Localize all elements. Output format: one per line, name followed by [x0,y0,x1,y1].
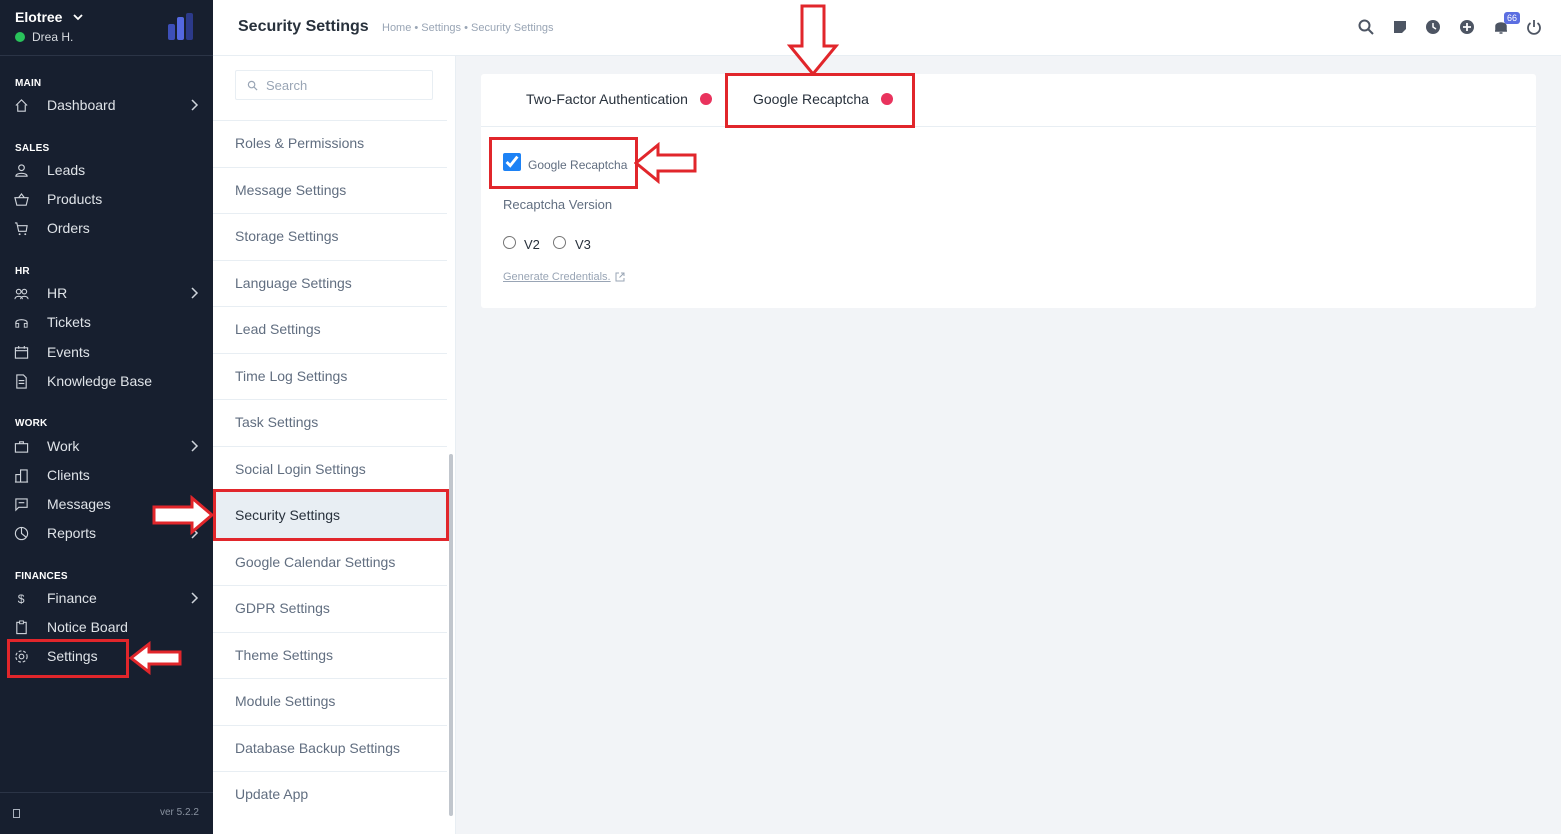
sidebar-item-finance[interactable]: $ Finance [0,584,213,612]
search-icon[interactable] [1357,18,1375,36]
recaptcha-v2-label: V2 [524,237,540,252]
settings-menu: Roles & Permissions Message Settings Sto… [213,56,456,834]
company-name: Elotree [15,9,63,25]
security-settings-card: Two-Factor Authentication Google Recaptc… [481,74,1536,308]
arrow-right-annotation-icon [152,495,214,535]
basket-icon [14,192,29,206]
section-work: WORK [15,418,48,429]
people-icon [14,288,29,300]
sidebar-item-orders[interactable]: Orders [0,214,213,242]
settings-item-time-log[interactable]: Time Log Settings [213,352,447,400]
sidebar-item-clients[interactable]: Clients [0,461,213,489]
sidebar-item-leads[interactable]: Leads [0,156,213,184]
sidebar-item-tickets[interactable]: Tickets [0,308,213,336]
section-hr: HR [15,266,30,277]
recaptcha-v2-radio[interactable] [503,236,516,249]
plus-circle-icon[interactable] [1458,18,1476,36]
sidebar-item-dashboard[interactable]: Dashboard [0,91,213,119]
settings-item-gdpr[interactable]: GDPR Settings [213,585,447,632]
highlight-settings [7,639,129,678]
highlight-security-settings [213,489,449,541]
search-input[interactable] [266,76,426,94]
settings-menu-scrollbar[interactable] [449,454,453,816]
recaptcha-v3-radio[interactable] [553,236,566,249]
settings-menu-list: Roles & Permissions Message Settings Sto… [213,120,447,818]
building-icon [14,469,29,483]
chevron-down-icon [73,14,83,21]
sidebar-footer: ver 5.2.2 [0,792,213,834]
calendar-icon [14,345,29,359]
notification-badge: 66 [1504,12,1521,24]
section-finances: FINANCES [15,571,68,582]
status-dot-icon [699,93,712,105]
headset-icon [15,319,28,328]
sidebar-item-events[interactable]: Events [0,338,213,366]
chevron-right-icon [191,440,199,452]
message-icon [15,498,28,512]
clock-icon[interactable] [1424,18,1442,36]
recaptcha-v3-label: V3 [575,237,591,252]
settings-item-google-calendar[interactable]: Google Calendar Settings [213,538,447,586]
top-bar: Security Settings Home • Settings • Secu… [213,0,1561,56]
settings-item-module[interactable]: Module Settings [213,678,447,725]
settings-item-message[interactable]: Message Settings [213,166,447,214]
settings-item-task[interactable]: Task Settings [213,399,447,446]
settings-item-storage[interactable]: Storage Settings [213,213,447,260]
settings-item-social-login[interactable]: Social Login Settings [213,445,447,493]
sidebar-item-work[interactable]: Work [0,432,213,460]
sidebar-item-products[interactable]: Products [0,185,213,213]
svg-text:$: $ [18,592,25,606]
settings-item-theme[interactable]: Theme Settings [213,631,447,679]
page-title: Security Settings [238,18,369,35]
pie-chart-icon [14,526,29,541]
home-icon [15,99,28,112]
collapse-sidebar-icon[interactable] [13,809,20,818]
chevron-right-icon [191,592,199,604]
chevron-right-icon [191,99,199,111]
current-user: Drea H. [15,30,73,44]
settings-item-update-app[interactable]: Update App [213,771,447,818]
briefcase-icon [14,441,29,453]
clipboard-icon [16,620,27,635]
sidebar-item-notice-board[interactable]: Notice Board [0,613,213,641]
recaptcha-version-label: Recaptcha Version [503,197,613,212]
arrow-left-annotation-icon [634,142,697,184]
company-switcher[interactable]: Elotree Drea H. [0,0,213,56]
power-icon[interactable] [1525,18,1543,36]
settings-item-roles-permissions[interactable]: Roles & Permissions [213,120,447,167]
external-link-icon [615,272,625,282]
settings-item-lead[interactable]: Lead Settings [213,306,447,353]
security-tabs: Two-Factor Authentication Google Recaptc… [481,74,1536,127]
tab-two-factor-auth[interactable]: Two-Factor Authentication [526,91,712,107]
highlight-recaptcha-checkbox [489,137,638,189]
arrow-left-annotation-icon [129,641,182,675]
breadcrumb: Home • Settings • Security Settings [382,22,554,34]
online-status-icon [15,32,25,42]
settings-item-database-backup[interactable]: Database Backup Settings [213,724,447,772]
app-version: ver 5.2.2 [160,807,199,818]
brand-logo-icon [168,13,193,40]
highlight-recaptcha-tab [725,73,915,128]
section-main: MAIN [15,78,42,89]
generate-credentials-link[interactable]: Generate Credentials. [503,271,625,283]
settings-item-language[interactable]: Language Settings [213,259,447,307]
cart-icon [14,222,28,236]
sidebar-item-hr[interactable]: HR [0,279,213,307]
sidebar-item-knowledge-base[interactable]: Knowledge Base [0,367,213,395]
user-icon [15,164,28,177]
sticky-note-icon[interactable] [1391,18,1409,36]
arrow-down-annotation-icon [787,4,839,76]
user-name: Drea H. [32,30,74,44]
dollar-icon: $ [18,592,25,606]
chevron-right-icon [191,287,199,299]
settings-search [235,70,433,100]
sidebar: Elotree Drea H. MAIN Dashboard SALES Lea… [0,0,213,834]
section-sales: SALES [15,143,50,154]
document-icon [16,374,27,389]
search-icon [247,80,258,91]
